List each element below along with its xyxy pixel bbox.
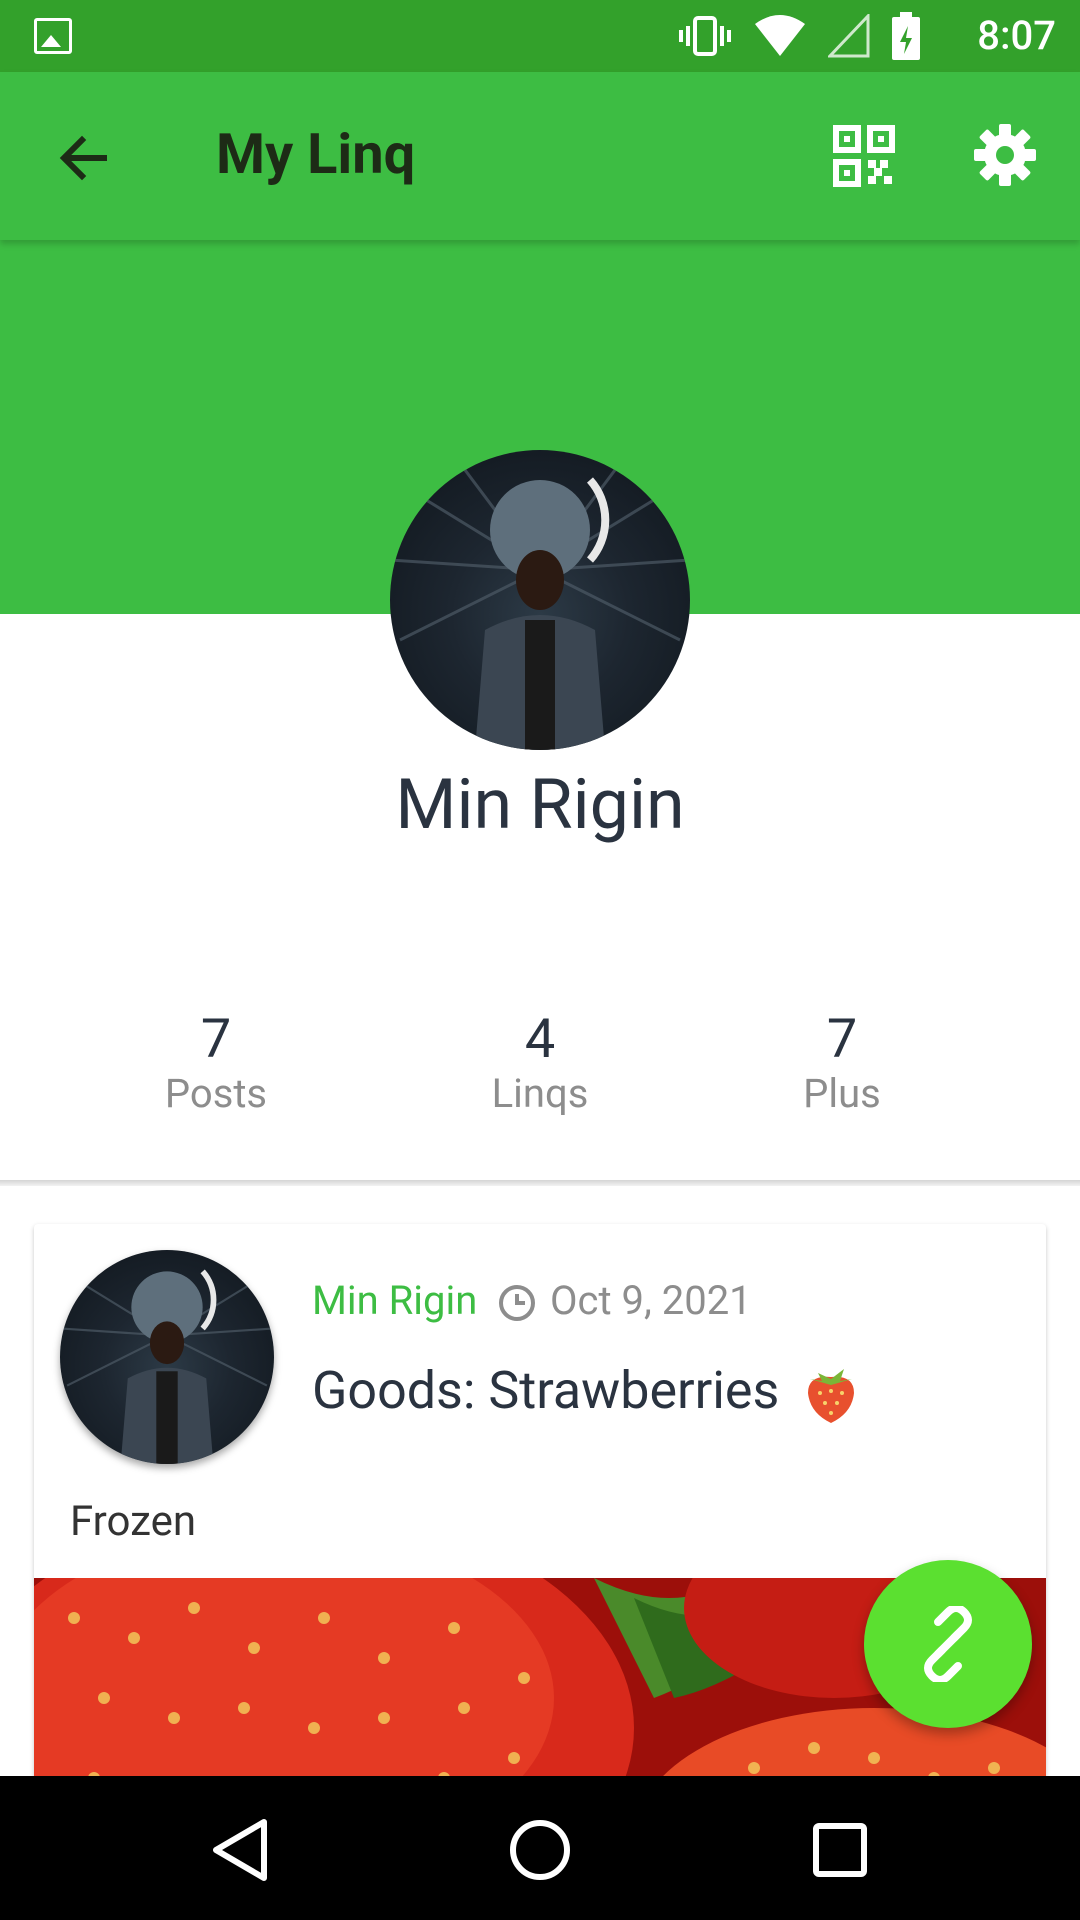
vibrate-icon [679,16,731,56]
profile-stats: 7 Posts 4 Linqs 7 Plus [0,1010,1080,1130]
recents-square-icon[interactable] [800,1810,880,1890]
status-bar: 8:07 [0,0,1080,72]
avatar-photo [390,450,690,750]
system-nav-bar [0,1776,1080,1920]
status-icons [678,12,920,60]
post-date: Oct 9, 2021 [550,1277,752,1324]
stat-value: 7 [826,1008,858,1071]
post-card[interactable]: Min Rigin Oct 9, 2021 Goods: Strawberrie… [34,1224,1046,1824]
stat-value: 4 [524,1008,556,1071]
wifi-icon [755,15,805,56]
stat-value: 7 [200,1008,232,1071]
section-divider [0,1180,1080,1186]
qr-code-icon[interactable] [832,124,896,188]
gallery-icon [34,18,72,54]
battery-icon [892,12,920,60]
avatar-photo [60,1269,274,1464]
stat-plus[interactable]: 7 Plus [692,1010,992,1118]
cell-signal-icon [828,14,870,58]
stat-posts[interactable]: 7 Posts [66,1010,366,1118]
stat-label: Posts [164,1070,268,1117]
home-circle-icon[interactable] [500,1810,580,1890]
back-arrow-icon[interactable] [52,126,116,190]
link-fab-button[interactable] [864,1560,1032,1728]
app-bar: My Linq [0,72,1080,240]
post-author-avatar[interactable] [60,1250,274,1464]
strawberry-icon [808,1369,855,1424]
post-title-text: Goods: Strawberries [312,1360,780,1421]
gear-icon[interactable] [972,122,1038,188]
back-triangle-icon[interactable] [202,1810,282,1890]
stat-label: Plus [803,1070,881,1117]
post-description: Frozen [70,1497,197,1546]
post-title: Goods: Strawberries [312,1358,862,1425]
stat-label: Linqs [491,1070,589,1117]
page-title: My Linq [216,121,416,187]
stat-linqs[interactable]: 4 Linqs [390,1010,690,1118]
profile-avatar[interactable] [390,450,690,750]
clock-icon [499,1285,535,1321]
profile-name: Min Rigin [395,764,685,846]
status-time: 8:07 [977,12,1056,59]
post-author[interactable]: Min Rigin [312,1276,477,1326]
link-icon [924,1606,972,1682]
